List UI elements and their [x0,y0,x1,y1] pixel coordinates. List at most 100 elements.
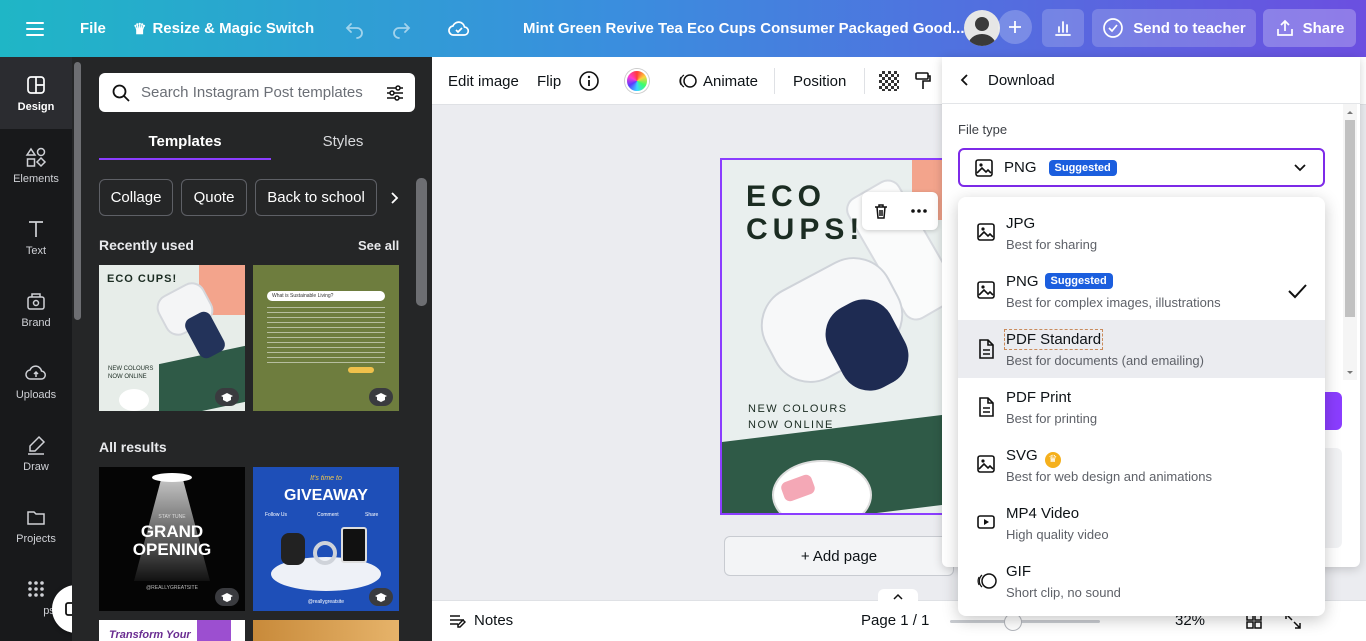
filter-icon[interactable] [385,83,405,103]
template-thumb-partial[interactable] [253,620,399,641]
image-icon [977,281,995,299]
search-input[interactable]: Search Instagram Post templates [141,84,363,101]
notes-button[interactable]: Notes [448,600,513,641]
chip-collage[interactable]: Collage [99,179,173,216]
toolbar-divider [864,68,865,94]
edit-image-button[interactable]: Edit image [448,57,519,105]
option-name: PDF Print [1006,389,1072,406]
rail-text[interactable]: Text [0,201,72,273]
design-title-line2[interactable]: CUPS! [746,213,864,246]
rail-draw[interactable]: Draw [0,417,72,489]
download-heading: Download [988,71,1055,89]
chart-icon [1055,21,1071,36]
tab-active-indicator [99,158,271,160]
rail-uploads[interactable]: Uploads [0,345,72,417]
graduation-cap-icon [375,593,387,602]
add-page-button[interactable]: + Add page [724,536,954,576]
redo-icon[interactable] [390,0,412,57]
template-thumb-giveaway[interactable]: It's time to GIVEAWAY Follow Us Comment … [253,467,399,611]
pro-crown-icon: ♛ [1044,452,1061,468]
rail-projects[interactable]: Projects [0,489,72,561]
more-icon[interactable] [909,201,929,221]
apps-icon [28,580,44,597]
chip-back-to-school[interactable]: Back to school [255,179,377,216]
option-svg[interactable]: SVG ♛ Best for web design and animations [958,436,1325,494]
option-name: MP4 Video [1006,505,1080,522]
rail-label: Text [25,244,47,257]
page-indicator[interactable]: Page 1 / 1 [861,600,929,641]
file-menu[interactable]: File [80,0,106,57]
share-label: Share [1302,19,1345,37]
document-icon [979,397,994,417]
chips-next-button[interactable] [385,179,405,216]
add-collaborator-button[interactable] [998,10,1032,44]
panel-scrollbar[interactable] [416,178,427,306]
animate-button[interactable]: Animate [678,57,758,105]
notes-icon [450,614,466,628]
brand-icon [27,292,45,310]
color-wheel-icon[interactable] [625,57,649,105]
trash-icon[interactable] [871,201,891,221]
undo-icon[interactable] [344,0,366,57]
resize-magic-switch-button[interactable]: ♛ Resize & Magic Switch [133,0,314,57]
template-thumb-transform[interactable]: Transform Your [99,620,245,641]
share-button[interactable]: Share [1263,9,1356,47]
avatar[interactable] [964,10,1000,46]
rail-scrollbar[interactable] [74,62,81,320]
crown-icon: ♛ [133,20,147,38]
tab-styles[interactable]: Styles [271,123,415,159]
flip-button[interactable]: Flip [537,57,561,105]
video-icon [977,515,995,529]
graduation-cap-icon [375,393,387,402]
top-bar: File ♛ Resize & Magic Switch Mint Green … [0,0,1366,57]
recently-used-heading: Recently used [99,237,194,253]
thumb-sub1: NEW COLOURS [108,366,154,372]
download-back-button[interactable]: Download [958,70,1055,90]
insights-button[interactable] [1042,9,1084,47]
transparency-icon[interactable] [879,57,899,105]
download-button-edge[interactable] [1322,392,1342,430]
left-rail: Design Elements Text Brand Uploads Draw … [0,57,72,641]
upload-icon [1276,19,1293,36]
thumb-title: ECO CUPS! [107,273,178,285]
rail-elements[interactable]: Elements [0,129,72,201]
position-button[interactable]: Position [793,57,846,105]
option-desc: High quality video [1006,527,1109,542]
option-desc: Best for web design and animations [1006,469,1212,484]
cloud-save-icon[interactable] [447,0,471,57]
check-circle-icon [1103,18,1124,38]
document-title[interactable]: Mint Green Revive Tea Eco Cups Consumer … [523,0,965,57]
design-title-line1[interactable]: ECO [746,180,826,213]
zoom-slider-track[interactable] [950,620,1100,623]
send-to-teacher-button[interactable]: Send to teacher [1092,9,1256,47]
tab-templates[interactable]: Templates [99,123,271,159]
design-sub-line1[interactable]: NEW COLOURS [748,403,848,415]
option-pdf-standard[interactable]: PDF Standard Best for documents (and ema… [958,320,1325,378]
menu-icon[interactable] [24,0,46,57]
option-jpg[interactable]: JPG Best for sharing [958,204,1325,262]
option-png[interactable]: PNG Suggested Best for complex images, il… [958,262,1325,320]
option-gif[interactable]: GIF Short clip, no sound [958,552,1325,610]
file-type-select[interactable]: PNG Suggested [958,148,1325,187]
see-all-link[interactable]: See all [358,238,399,253]
template-thumb-grand-opening[interactable]: STAY TUNE GRAND OPENING @REALLYGREATSITE [99,467,245,611]
thumb-sub2: NOW ONLINE [108,374,147,380]
thumb-give-share: Share [365,512,379,518]
paint-roller-icon[interactable] [914,57,932,105]
template-thumb-sustainable-living[interactable]: What is Sustainable Living? [253,265,399,411]
template-search-box[interactable]: Search Instagram Post templates [99,73,415,112]
rail-design[interactable]: Design [0,57,72,129]
design-sub-line2[interactable]: NOW ONLINE [748,419,834,431]
resize-label: Resize & Magic Switch [152,20,315,37]
rail-brand[interactable]: Brand [0,273,72,345]
option-pdf-print[interactable]: PDF Print Best for printing [958,378,1325,436]
download-scrollbar-track[interactable] [1343,104,1357,380]
option-mp4[interactable]: MP4 Video High quality video [958,494,1325,552]
template-thumb-eco-cups[interactable]: ECO CUPS! NEW COLOURS NOW ONLINE [99,265,245,411]
image-icon [977,223,995,241]
image-icon [977,455,995,473]
info-icon[interactable] [578,57,600,105]
chip-quote[interactable]: Quote [181,179,247,216]
rail-label: Draw [23,460,49,473]
projects-icon [27,510,45,525]
